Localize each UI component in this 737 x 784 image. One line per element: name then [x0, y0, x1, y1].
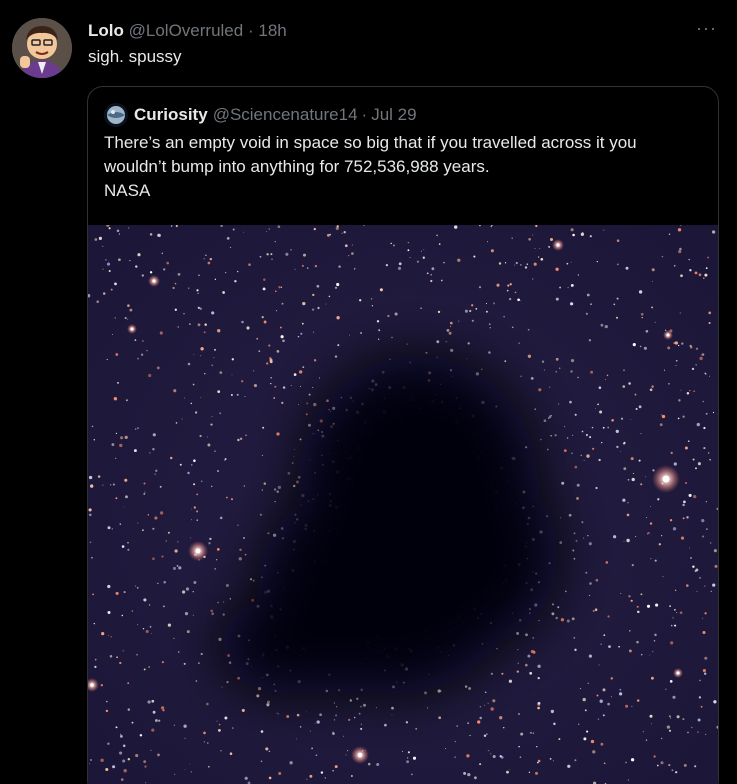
author-name[interactable]: Lolo [88, 21, 124, 40]
tweet-header: Lolo @LolOverruled · 18h [88, 20, 287, 42]
quoted-tweet-text: There’s an empty void in space so big th… [104, 131, 704, 203]
tweet[interactable]: Lolo @LolOverruled · 18h ··· sigh. spuss… [0, 0, 737, 784]
quoted-text-line: There’s an empty void in space so big th… [104, 133, 637, 152]
quoted-text-line: wouldn’t bump into anything for 752,536,… [104, 157, 490, 176]
author-handle[interactable]: @LolOverruled [129, 21, 244, 40]
tweet-text: sigh. spussy [88, 47, 182, 66]
more-icon: ··· [696, 18, 717, 38]
avatar-cartoon-icon [12, 18, 72, 78]
quoted-author-name[interactable]: Curiosity [134, 104, 208, 126]
quoted-tweet-header: Curiosity @Sciencenature14 · Jul 29 [104, 103, 417, 127]
more-options-button[interactable]: ··· [696, 18, 717, 39]
quoted-author-avatar[interactable] [104, 103, 128, 127]
separator-dot: · [247, 21, 254, 40]
quoted-author-handle[interactable]: @Sciencenature14 [213, 104, 358, 126]
quoted-tweet-timestamp[interactable]: Jul 29 [371, 104, 416, 126]
separator-dot: · [361, 105, 368, 124]
starfield-image [88, 225, 718, 784]
quoted-tweet-image[interactable] [88, 225, 718, 784]
tweet-timestamp[interactable]: 18h [258, 21, 286, 40]
planet-avatar-icon [104, 103, 128, 127]
author-avatar[interactable] [12, 18, 72, 78]
quoted-text-line: NASA [104, 181, 151, 200]
quoted-tweet[interactable]: Curiosity @Sciencenature14 · Jul 29 Ther… [87, 86, 719, 784]
